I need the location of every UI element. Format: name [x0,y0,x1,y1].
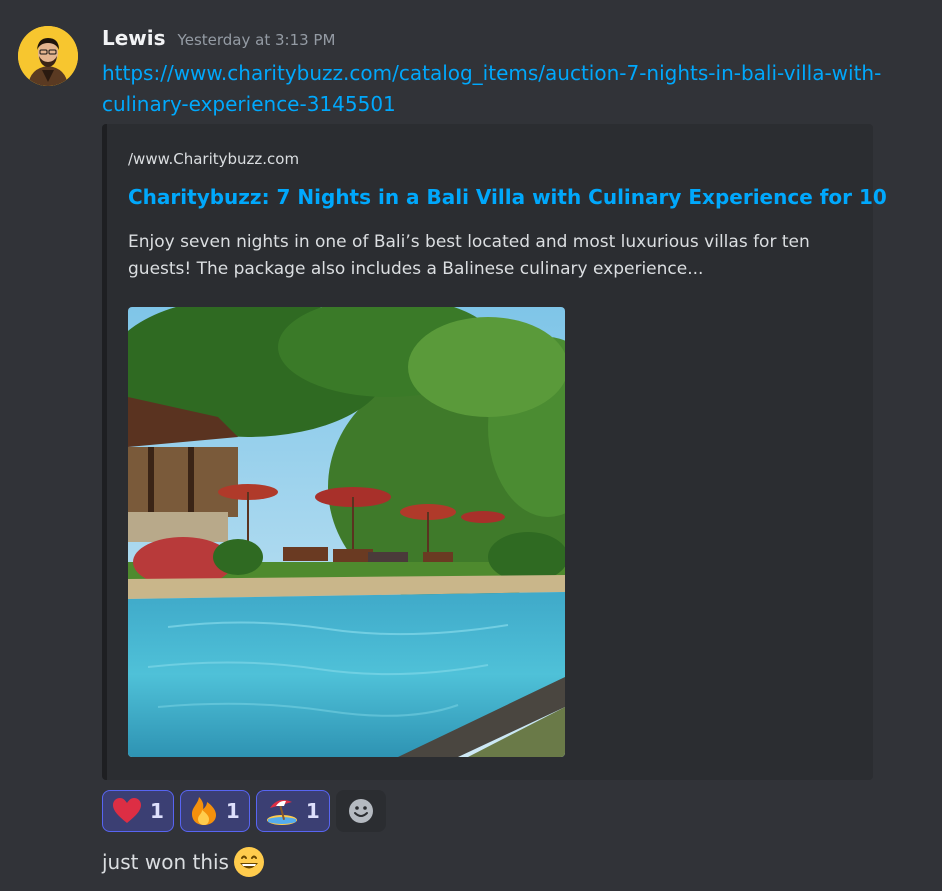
embed-image[interactable] [128,307,565,757]
add-reaction-button[interactable] [335,790,386,832]
reactions-bar: 1 1 1 [102,790,386,832]
smiley-add-icon [348,799,373,823]
heart-icon [113,798,141,823]
villa-pool-photo [128,307,565,757]
message-text: just won this [102,850,229,874]
link-embed: /www.Charitybuzz.com Charitybuzz: 7 Nigh… [102,124,887,780]
fire-icon [191,797,216,825]
grinning-face-icon [233,847,264,877]
embed-title-link[interactable]: Charitybuzz: 7 Nights in a Bali Villa wi… [128,185,887,209]
reaction-count: 1 [150,799,164,823]
chat-message: Lewis Yesterday at 3:13 PM https://www.c… [0,0,942,891]
message-header: Lewis Yesterday at 3:13 PM [102,26,335,54]
message-body: just won this [102,846,265,878]
username[interactable]: Lewis [102,26,166,50]
embed-provider: /www.Charitybuzz.com [128,150,300,168]
reaction-count: 1 [225,799,240,823]
reaction-beach[interactable]: 1 [255,790,330,832]
reaction-heart[interactable]: 1 [102,790,174,832]
embed-description: Enjoy seven nights in one of Bali’s best… [128,232,810,279]
beach-umbrella-icon [266,800,297,825]
reaction-fire[interactable]: 1 [179,790,250,832]
user-avatar[interactable] [18,26,78,86]
reaction-count: 1 [305,799,320,823]
avatar-image [18,26,78,86]
timestamp[interactable]: Yesterday at 3:13 PM [178,31,336,49]
message-link[interactable]: https://www.charitybuzz.com/catalog_item… [102,58,892,120]
